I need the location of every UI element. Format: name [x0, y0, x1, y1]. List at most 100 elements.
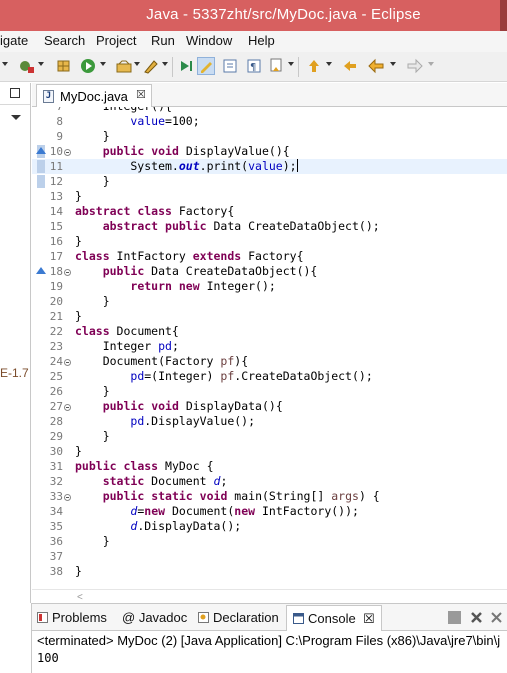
code-text[interactable]: d.DisplayData(); — [75, 519, 241, 534]
previous-annotation-icon[interactable] — [306, 58, 322, 74]
dropdown-arrow-icon[interactable] — [326, 62, 332, 66]
new-java-package-icon[interactable] — [56, 58, 72, 74]
code-text[interactable]: static Document d; — [75, 474, 228, 489]
code-line[interactable]: 22 class Document{ — [32, 324, 507, 339]
remove-launch-icon[interactable] — [470, 611, 483, 624]
dropdown-arrow-icon[interactable] — [162, 62, 168, 66]
code-line[interactable]: 32 static Document d; — [32, 474, 507, 489]
dropdown-arrow-icon[interactable] — [2, 62, 8, 66]
code-text[interactable]: public Data CreateDataObject(){ — [75, 264, 318, 279]
debug-icon[interactable] — [18, 58, 34, 74]
restore-icon[interactable] — [10, 88, 20, 98]
code-line[interactable]: 24 Document(Factory pf){ — [32, 354, 507, 369]
horizontal-scrollbar[interactable]: < — [32, 589, 507, 603]
code-text[interactable]: } — [75, 129, 110, 144]
menu-help[interactable]: Help — [248, 33, 275, 48]
code-line[interactable]: 18 public Data CreateDataObject(){ — [32, 264, 507, 279]
code-line[interactable]: 27 public void DisplayData(){ — [32, 399, 507, 414]
view-menu-icon[interactable] — [11, 115, 21, 120]
code-text[interactable]: pd.DisplayValue(); — [75, 414, 255, 429]
code-text[interactable]: public void DisplayValue(){ — [75, 144, 290, 159]
code-line[interactable]: 36 } — [32, 534, 507, 549]
forward-icon[interactable] — [407, 58, 423, 74]
code-line[interactable]: 20 } — [32, 294, 507, 309]
code-text[interactable]: value=100; — [75, 114, 199, 129]
menu-search[interactable]: Search — [44, 33, 85, 48]
title-bar[interactable]: Java - 5337zht/src/MyDoc.java - Eclipse — [0, 0, 507, 31]
code-line[interactable]: 33 public static void main(String[] args… — [32, 489, 507, 504]
code-text[interactable]: } — [75, 429, 110, 444]
code-text[interactable]: public void DisplayData(){ — [75, 399, 283, 414]
scroll-left-icon[interactable]: < — [77, 592, 83, 603]
code-line[interactable]: 29 } — [32, 429, 507, 444]
code-line[interactable]: 19 return new Integer(); — [32, 279, 507, 294]
dropdown-arrow-icon[interactable] — [38, 62, 44, 66]
code-text[interactable]: Integer pd; — [75, 339, 179, 354]
code-text[interactable]: class IntFactory extends Factory{ — [75, 249, 304, 264]
code-line[interactable]: 16} — [32, 234, 507, 249]
code-line[interactable]: 34 d=new Document(new IntFactory()); — [32, 504, 507, 519]
code-line[interactable]: 15 abstract public Data CreateDataObject… — [32, 219, 507, 234]
show-whitespace-icon[interactable] — [222, 58, 238, 74]
run-icon[interactable] — [80, 58, 96, 74]
code-text[interactable]: abstract class Factory{ — [75, 204, 234, 219]
dropdown-arrow-icon[interactable] — [100, 62, 106, 66]
code-text[interactable]: } — [75, 444, 82, 459]
fold-toggle-icon[interactable] — [64, 494, 71, 501]
tab-problems[interactable]: Problems — [37, 610, 107, 625]
code-text[interactable]: public static void main(String[] args) { — [75, 489, 380, 504]
code-text[interactable]: } — [75, 234, 82, 249]
fold-toggle-icon[interactable] — [64, 404, 71, 411]
last-edit-location-icon[interactable] — [342, 58, 358, 74]
back-icon[interactable] — [368, 58, 384, 74]
code-line[interactable]: 7 Integer(){ — [32, 107, 507, 114]
code-line[interactable]: 11 System.out.print(value); — [32, 159, 507, 174]
code-line[interactable]: 13} — [32, 189, 507, 204]
code-line[interactable]: 14 abstract class Factory{ — [32, 204, 507, 219]
menu-project[interactable]: Project — [96, 33, 136, 48]
code-line[interactable]: 38} — [32, 564, 507, 579]
code-text[interactable]: class Document{ — [75, 324, 179, 339]
menu-run[interactable]: Run — [151, 33, 175, 48]
code-line[interactable]: 35 d.DisplayData(); — [32, 519, 507, 534]
open-type-icon[interactable] — [116, 58, 132, 74]
code-line[interactable]: 26 } — [32, 384, 507, 399]
toggle-mark-occurrences-icon[interactable] — [197, 57, 215, 75]
fold-toggle-icon[interactable] — [64, 269, 71, 276]
remove-all-icon[interactable] — [490, 611, 503, 624]
code-text[interactable]: abstract public Data CreateDataObject(); — [75, 219, 380, 234]
code-line[interactable]: 37 — [32, 549, 507, 564]
code-line[interactable]: 25 pd=(Integer) pf.CreateDataObject(); — [32, 369, 507, 384]
dropdown-arrow-icon[interactable] — [134, 62, 140, 66]
code-text[interactable]: return new Integer(); — [75, 279, 275, 294]
code-text[interactable]: } — [75, 564, 82, 579]
tab-console[interactable]: Console ☒ — [286, 605, 382, 631]
tab-javadoc[interactable]: @ Javadoc — [122, 610, 187, 625]
code-text[interactable]: System.out.print(value); — [75, 159, 298, 174]
code-text[interactable]: d=new Document(new IntFactory()); — [75, 504, 359, 519]
code-line[interactable]: 17 class IntFactory extends Factory{ — [32, 249, 507, 264]
next-annotation-icon[interactable] — [268, 58, 284, 74]
code-line[interactable]: 28 pd.DisplayValue(); — [32, 414, 507, 429]
tab-declaration[interactable]: Declaration — [198, 610, 279, 625]
code-text[interactable]: } — [75, 384, 110, 399]
dropdown-arrow-icon[interactable] — [390, 62, 396, 66]
code-line[interactable]: 23 Integer pd; — [32, 339, 507, 354]
menu-navigate[interactable]: igate — [0, 33, 28, 48]
code-text[interactable]: } — [75, 294, 110, 309]
console-output[interactable]: 100 — [37, 651, 59, 665]
dropdown-arrow-icon[interactable] — [288, 62, 294, 66]
dropdown-arrow-icon[interactable] — [428, 62, 434, 66]
next-edit-icon[interactable] — [178, 58, 194, 74]
code-line[interactable]: 21} — [32, 309, 507, 324]
code-text[interactable]: } — [75, 174, 110, 189]
fold-toggle-icon[interactable] — [64, 359, 71, 366]
fold-toggle-icon[interactable] — [64, 149, 71, 156]
code-text[interactable]: } — [75, 189, 82, 204]
code-text[interactable]: Integer(){ — [75, 107, 172, 114]
jre-label-fragment[interactable]: E-1.7 — [0, 366, 29, 380]
code-line[interactable]: 30} — [32, 444, 507, 459]
close-icon[interactable]: ☒ — [136, 88, 146, 101]
code-text[interactable]: pd=(Integer) pf.CreateDataObject(); — [75, 369, 372, 384]
menu-window[interactable]: Window — [186, 33, 232, 48]
